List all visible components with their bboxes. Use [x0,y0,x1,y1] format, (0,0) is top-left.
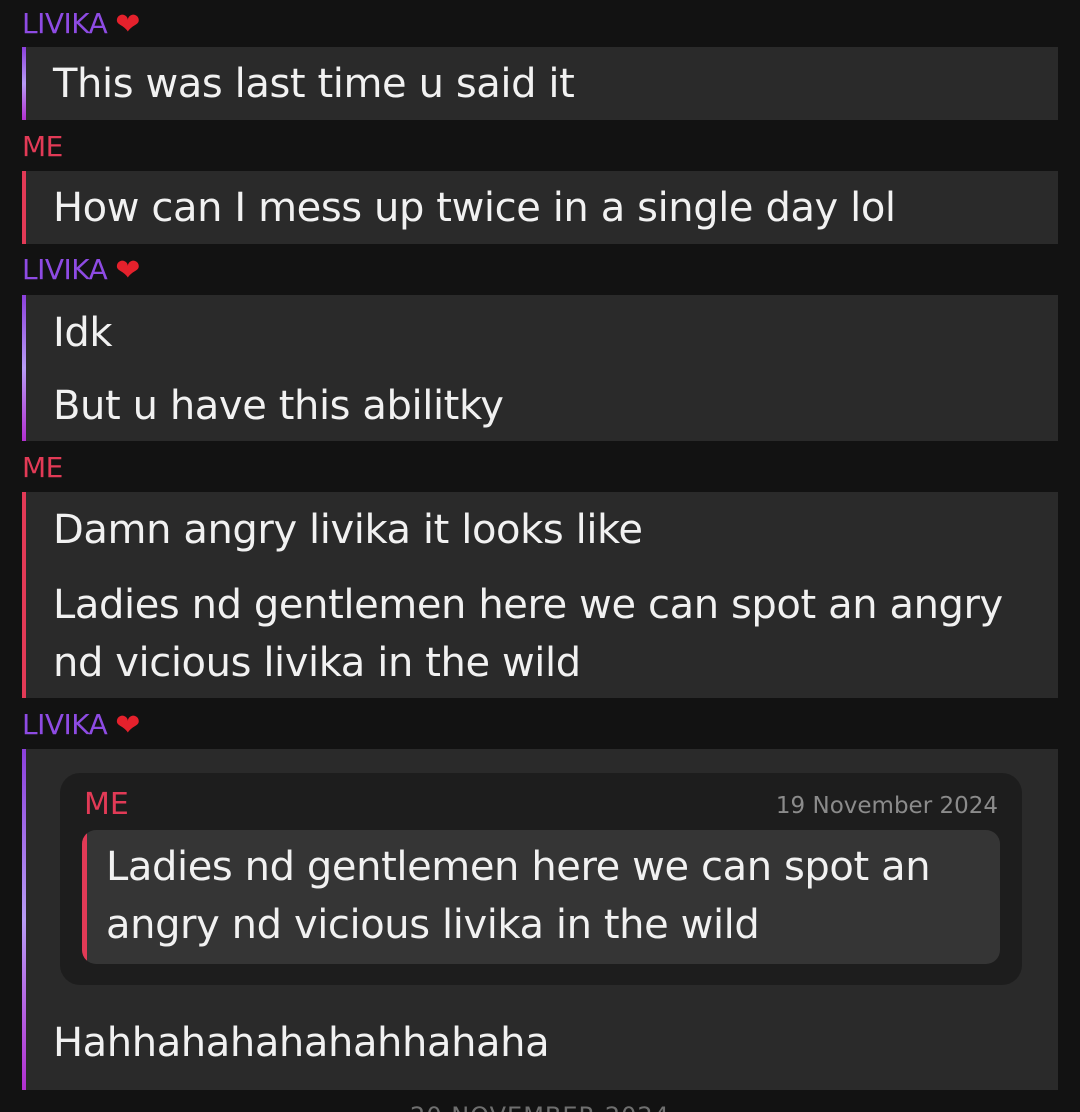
message-text[interactable]: Ladies nd gentlemen here we can spot an … [53,576,1003,634]
sender-name-me: ME [22,130,63,163]
heart-icon: ❤ [115,7,140,42]
quoted-accent-bar [82,830,87,964]
quoted-reply-card[interactable]: ME 19 November 2024 Ladies nd gentlemen … [60,773,1022,985]
heart-icon: ❤ [115,253,140,288]
sender-accent-bar [22,749,26,1090]
message-group[interactable]: This was last time u said it [22,47,1058,120]
message-text[interactable]: This was last time u said it [53,55,575,113]
message-text[interactable]: Idk [53,304,113,362]
message-group[interactable]: How can I mess up twice in a single day … [22,171,1058,244]
message-text[interactable]: Hahhahahahahahhahaha [53,1014,550,1072]
sender-name-me: ME [22,451,63,484]
heart-icon: ❤ [115,708,140,743]
quoted-sender-name: ME [84,787,129,822]
sender-accent-bar [22,47,26,120]
message-text[interactable]: But u have this abilitky [53,377,504,435]
message-group[interactable]: ME 19 November 2024 Ladies nd gentlemen … [22,749,1058,1090]
sender-accent-bar [22,492,26,698]
sender-name-livika: LIVIKA ❤ [22,707,140,744]
sender-name-livika: LIVIKA ❤ [22,252,140,289]
sender-name-text: LIVIKA [22,253,108,286]
sender-name-livika: LIVIKA ❤ [22,6,140,43]
sender-name-text: LIVIKA [22,708,108,741]
quoted-message-date: 19 November 2024 [775,793,998,819]
sender-accent-bar [22,171,26,244]
chat-thread: LIVIKA ❤ This was last time u said it ME … [0,0,1080,1112]
message-text[interactable]: How can I mess up twice in a single day … [53,179,896,237]
date-divider: 20 NOVEMBER 2024 [0,1102,1080,1112]
sender-accent-bar [22,295,26,441]
sender-name-text: LIVIKA [22,7,108,40]
quoted-message-text: Ladies nd gentlemen here we can spot an … [106,844,931,948]
quoted-message[interactable]: Ladies nd gentlemen here we can spot an … [82,830,1000,964]
message-text[interactable]: Damn angry livika it looks like [53,501,643,559]
message-group[interactable]: Damn angry livika it looks like Ladies n… [22,492,1058,698]
message-text[interactable]: nd vicious livika in the wild [53,634,581,692]
message-group[interactable]: Idk But u have this abilitky [22,295,1058,441]
